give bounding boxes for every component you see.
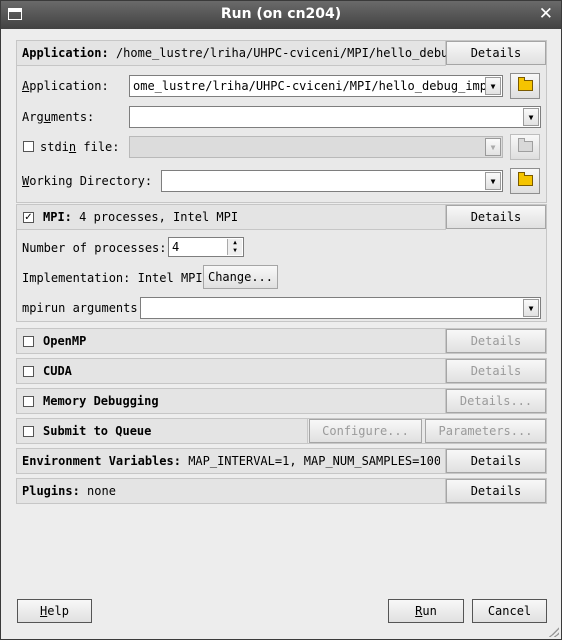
queue-parameters-button: Parameters... bbox=[425, 419, 546, 443]
application-header-value: /home_lustre/lriha/UHPC-cviceni/MPI/hell… bbox=[115, 46, 456, 60]
submit-to-queue-header: Submit to Queue bbox=[16, 418, 308, 444]
help-button[interactable]: Help bbox=[17, 599, 92, 623]
chevron-down-icon: ▼ bbox=[485, 138, 501, 156]
browse-working-directory-button[interactable] bbox=[510, 168, 540, 194]
close-icon[interactable]: ✕ bbox=[539, 5, 553, 23]
browse-application-button[interactable] bbox=[510, 73, 540, 99]
memory-debugging-label: Memory Debugging bbox=[43, 394, 159, 408]
window-title: Run (on cn204) bbox=[220, 6, 342, 22]
browse-stdin-button bbox=[510, 134, 540, 160]
openmp-header: OpenMP bbox=[16, 328, 446, 354]
arguments-label: Arguments: bbox=[22, 110, 95, 124]
cuda-details-button: Details bbox=[446, 359, 546, 383]
chevron-down-icon[interactable]: ▼ bbox=[523, 108, 539, 126]
working-directory-label: Working Directory: bbox=[22, 174, 153, 188]
mpirun-arguments-combo[interactable]: ▼ bbox=[140, 297, 541, 319]
memory-debugging-details-button: Details... bbox=[446, 389, 546, 413]
environment-variables-details-button[interactable]: Details bbox=[446, 449, 546, 473]
cancel-button[interactable]: Cancel bbox=[472, 599, 547, 623]
application-header-label: Application: bbox=[22, 46, 109, 60]
memory-debugging-checkbox[interactable] bbox=[23, 396, 34, 407]
application-combo[interactable]: ome_lustre/lriha/UHPC-cviceni/MPI/hello_… bbox=[129, 75, 503, 97]
openmp-checkbox[interactable] bbox=[23, 336, 34, 347]
chevron-down-icon[interactable]: ▼ bbox=[485, 172, 501, 190]
change-implementation-button[interactable]: Change... bbox=[203, 265, 278, 289]
application-details-button[interactable]: Details bbox=[446, 41, 546, 65]
plugins-details-button[interactable]: Details bbox=[446, 479, 546, 503]
chevron-down-icon[interactable]: ▼ bbox=[523, 299, 539, 317]
number-of-processes-spinner[interactable]: 4 ▲ ▼ bbox=[168, 237, 244, 257]
number-of-processes-value: 4 bbox=[172, 240, 180, 254]
implementation-label: Implementation: Intel MPI bbox=[22, 271, 203, 285]
openmp-details-button: Details bbox=[446, 329, 546, 353]
resize-grip-icon[interactable] bbox=[549, 627, 559, 637]
openmp-label: OpenMP bbox=[43, 334, 87, 348]
title-bar[interactable]: Run (on cn204) ✕ bbox=[1, 1, 561, 29]
plugins-label: Plugins: bbox=[22, 484, 80, 498]
number-of-processes-label: Number of processes: bbox=[22, 241, 167, 255]
mpi-header: MPI: 4 processes, Intel MPI bbox=[16, 204, 446, 230]
folder-icon bbox=[518, 138, 533, 152]
environment-variables-label: Environment Variables: bbox=[22, 454, 181, 468]
mpi-details-button[interactable]: Details bbox=[446, 205, 546, 229]
stdin-label: stdin file: bbox=[40, 140, 120, 154]
chevron-down-icon[interactable]: ▼ bbox=[485, 77, 501, 95]
mpi-checkbox[interactable] bbox=[23, 212, 34, 223]
application-path-value: ome_lustre/lriha/UHPC-cviceni/MPI/hello_… bbox=[133, 79, 495, 93]
environment-variables-value: MAP_INTERVAL=1, MAP_NUM_SAMPLES=10000 bbox=[188, 454, 440, 468]
folder-icon bbox=[518, 172, 533, 186]
memory-debugging-header: Memory Debugging bbox=[16, 388, 446, 414]
arguments-combo[interactable]: ▼ bbox=[129, 106, 541, 128]
run-dialog: Run (on cn204) ✕ Application: /home_lust… bbox=[0, 0, 562, 640]
spinner-arrows-icon[interactable]: ▲ ▼ bbox=[227, 239, 242, 255]
working-directory-combo[interactable]: ▼ bbox=[161, 170, 503, 192]
mpi-header-value: 4 processes, Intel MPI bbox=[79, 210, 239, 224]
environment-variables-header: Environment Variables: MAP_INTERVAL=1, M… bbox=[16, 448, 446, 474]
run-button[interactable]: Run bbox=[388, 599, 464, 623]
plugins-value: none bbox=[87, 484, 116, 498]
cuda-header: CUDA bbox=[16, 358, 446, 384]
stdin-checkbox[interactable] bbox=[23, 141, 34, 152]
cuda-checkbox[interactable] bbox=[23, 366, 34, 377]
mpi-header-label: MPI: bbox=[43, 210, 72, 224]
submit-to-queue-checkbox[interactable] bbox=[23, 426, 34, 437]
submit-to-queue-label: Submit to Queue bbox=[43, 424, 152, 438]
configure-queue-button: Configure... bbox=[309, 419, 422, 443]
cuda-label: CUDA bbox=[43, 364, 72, 378]
stdin-file-combo: ▼ bbox=[129, 136, 503, 158]
application-label: Application: bbox=[22, 79, 109, 93]
plugins-header: Plugins: none bbox=[16, 478, 446, 504]
application-header: Application: /home_lustre/lriha/UHPC-cvi… bbox=[16, 40, 456, 66]
mpirun-arguments-label: mpirun arguments bbox=[22, 301, 138, 315]
implementation-value: Intel MPI bbox=[137, 271, 203, 285]
folder-icon bbox=[518, 77, 533, 91]
